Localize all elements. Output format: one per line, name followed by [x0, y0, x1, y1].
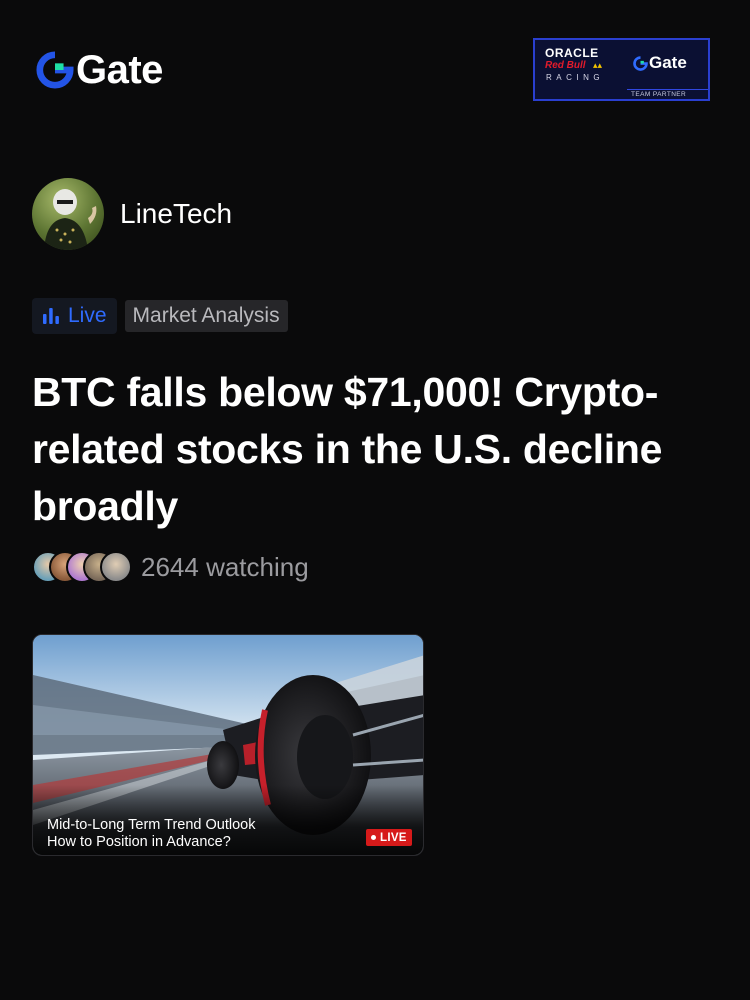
- category-tag[interactable]: Market Analysis: [124, 300, 288, 332]
- author-name[interactable]: LineTech: [120, 198, 232, 230]
- post-tags: Live Market Analysis: [32, 298, 288, 334]
- viewers-count: 2644 watching: [141, 551, 309, 582]
- bar-chart-icon: [43, 308, 59, 324]
- live-dot-icon: [371, 835, 376, 840]
- gate-logo[interactable]: Gate: [36, 48, 163, 92]
- post-page: Gate ORACLE Red Bull ▴▴ RACING Gate TEAM…: [0, 0, 750, 1000]
- partner-redbull-text: Red Bull: [545, 60, 586, 71]
- author-avatar[interactable]: [32, 178, 104, 250]
- partner-gate-text: Gate: [649, 53, 687, 72]
- video-title: Mid-to-Long Term Trend Outlook How to Po…: [47, 817, 347, 851]
- partner-divider: [627, 89, 708, 90]
- viewer-avatar: [100, 551, 132, 583]
- gate-small-logo-icon: [633, 55, 648, 71]
- live-tag[interactable]: Live: [32, 298, 117, 334]
- partner-footer-text: TEAM PARTNER: [631, 91, 687, 98]
- live-tag-label: Live: [68, 304, 107, 327]
- viewers-row: 2644 watching: [32, 551, 309, 583]
- viewer-avatars: [32, 551, 132, 583]
- partner-racing-text: RACING: [546, 73, 605, 82]
- live-video-card[interactable]: Mid-to-Long Term Trend Outlook How to Po…: [32, 634, 424, 856]
- avatar-figure-icon: [44, 189, 97, 250]
- live-badge: LIVE: [366, 829, 412, 846]
- video-title-line-2: How to Position in Advance?: [47, 834, 231, 850]
- partner-oracle-text: ORACLE: [545, 46, 599, 60]
- team-partner-badge: ORACLE Red Bull ▴▴ RACING Gate TEAM PART…: [533, 38, 710, 101]
- redbull-bulls-icon: ▴▴: [593, 60, 603, 70]
- author-row[interactable]: LineTech: [32, 178, 232, 250]
- gate-logo-text: Gate: [76, 48, 163, 92]
- gate-logo-icon: [36, 51, 74, 89]
- post-headline: BTC falls below $71,000! Crypto-related …: [32, 369, 663, 529]
- partner-gate-logo: Gate: [633, 53, 687, 73]
- video-title-line-1: Mid-to-Long Term Trend Outlook: [47, 817, 256, 833]
- live-badge-label: LIVE: [380, 831, 407, 844]
